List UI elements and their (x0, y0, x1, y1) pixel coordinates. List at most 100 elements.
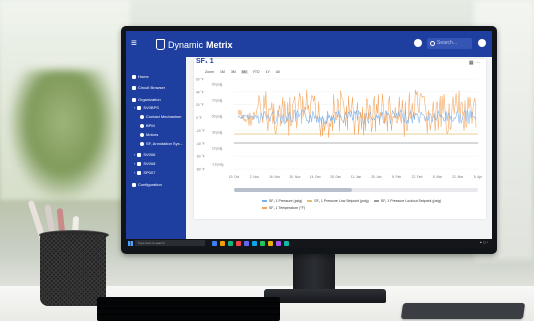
wrench-icon (132, 182, 136, 187)
keyboard (97, 297, 280, 321)
y-tick-label: -80 °F (196, 168, 205, 172)
sidebar-item-bpm[interactable]: BPM (140, 123, 155, 128)
y-tick-label: 10 psig (212, 147, 223, 151)
pencil-cup (27, 200, 109, 306)
app-icon[interactable] (236, 240, 241, 246)
x-tick-label: 22. Mar (452, 175, 464, 179)
chevron-down-icon: › (134, 105, 136, 110)
x-tick-label: 25. Jan (371, 175, 382, 179)
app-icon[interactable] (252, 240, 257, 246)
sidebar-group-4[interactable]: › SP007 (134, 170, 155, 175)
sidebar-item-label: Configuration (138, 182, 162, 187)
sidebar-item-configuration[interactable]: Configuration (132, 182, 162, 187)
sidebar-item-label: SV008 (143, 161, 156, 166)
tablet (400, 303, 526, 319)
y-tick-label: 0 °F (196, 116, 202, 120)
system-tray[interactable]: ▲ ◻ ♪ (479, 240, 488, 244)
user-avatar-icon[interactable] (478, 39, 486, 47)
chart-legend: SF₁ 1 Pressure (psig) SF₁ 1 Pressure Low… (262, 199, 492, 213)
range-button-1y[interactable]: 1Y (265, 70, 271, 74)
windows-start-icon[interactable] (128, 240, 133, 246)
sidebar-item-sf-annotation[interactable]: SF, Annotation Sys... (140, 141, 183, 146)
background-plant (8, 70, 118, 200)
app-icon[interactable] (284, 240, 289, 246)
chevron-right-icon: › (134, 161, 136, 166)
y-tick-label: 90 psig (212, 83, 223, 87)
table-icon[interactable]: ▦ (469, 60, 474, 66)
asset-icon (140, 141, 144, 146)
range-button-3m[interactable]: 3M (230, 70, 237, 74)
org-tree-icon (132, 97, 136, 102)
sidebar-item-motors[interactable]: Motors (140, 132, 158, 137)
main-content: SF₁ 1 ▦ ⋯ Zoom 1M 3M 6M YTD 1Y All 60 °F 40 °F… (186, 57, 492, 239)
app-icon[interactable] (276, 240, 281, 246)
legend-label: SF₁ 1 Temperature (°F) (269, 206, 305, 210)
building-icon (137, 105, 142, 110)
monitor-stand-base (264, 289, 386, 303)
x-tick-label: 5. Apr (474, 175, 483, 179)
sidebar-item-circuit-browser[interactable]: Circuit Browser (132, 85, 165, 90)
range-button-6m[interactable]: 6M (240, 70, 248, 74)
sidebar-item-label: SV006 (143, 152, 156, 157)
y-tick-label: 70 psig (212, 99, 223, 103)
panel-tools: ▦ ⋯ (469, 60, 480, 66)
chevron-right-icon: › (134, 170, 136, 175)
sidebar-item-label: SV0BPS (143, 105, 159, 110)
range-button-all[interactable]: All (275, 70, 281, 74)
sidebar-item-label: Motors (146, 132, 159, 137)
y-tick-label: -10 psig (212, 163, 224, 167)
screen: ≡ Dynamic Metrix Search... Home Circuit B… (126, 31, 492, 247)
range-button-1m[interactable]: 1M (219, 70, 226, 74)
legend-item-low-setpoint[interactable]: SF₁ 1 Pressure Low Setpoint (psig) (307, 199, 369, 203)
legend-item-pressure[interactable]: SF₁ 1 Pressure (psig) (262, 199, 302, 203)
app-icon[interactable] (260, 240, 265, 246)
x-tick-label: 2. Nov (250, 175, 260, 179)
sidebar-group-2[interactable]: › SV006 (134, 152, 155, 157)
building-icon (137, 152, 142, 157)
x-tick-label: 19. Oct (229, 175, 239, 179)
brand-suffix: Metrix (206, 39, 233, 50)
app-icon[interactable] (244, 240, 249, 246)
asset-icon (140, 132, 144, 137)
range-button-ytd[interactable]: YTD (252, 70, 261, 74)
cup-body (40, 234, 106, 306)
legend-item-lockout-setpoint[interactable]: SF₁ 1 Pressure Lockout Setpoint (psig) (373, 199, 442, 203)
sidebar-item-label: SF, Annotation Sys... (146, 141, 183, 146)
sidebar-group-1[interactable]: › SV0BPS (134, 105, 159, 110)
sidebar-item-home[interactable]: Home (132, 74, 149, 79)
sidebar-item-label: SP007 (143, 170, 156, 175)
sidebar-item-label: Circuit Browser (138, 85, 166, 90)
chart-scrollbar-thumb[interactable] (234, 188, 352, 192)
app-logo[interactable]: Dynamic Metrix (156, 39, 233, 50)
app-icon[interactable] (212, 240, 217, 246)
x-tick-label: 22. Feb (412, 175, 423, 179)
camera-icon[interactable] (414, 39, 422, 47)
legend-label: SF₁ 1 Pressure Lockout Setpoint (psig) (380, 199, 442, 203)
search-input[interactable]: Search... (427, 38, 472, 49)
home-icon (132, 74, 136, 79)
x-tick-label: 8. Mar (433, 175, 443, 179)
y-tick-label: 30 psig (212, 131, 223, 135)
menu-icon[interactable]: ≡ (131, 38, 137, 50)
taskbar-search[interactable]: Type here to search (135, 240, 205, 246)
monitor: ≡ Dynamic Metrix Search... Home Circuit B… (121, 26, 497, 254)
monitor-stand-neck (293, 254, 335, 292)
panel-title: SF₁ 1 (196, 58, 214, 65)
legend-swatch (262, 200, 267, 202)
app-icon[interactable] (228, 240, 233, 246)
more-icon[interactable]: ⋯ (475, 60, 480, 66)
asset-icon (140, 114, 144, 119)
app-icon[interactable] (268, 240, 273, 246)
legend-label: SF₁ 1 Pressure Low Setpoint (psig) (314, 199, 369, 203)
y-tick-label: 50 psig (212, 115, 223, 119)
sidebar-item-contact-mechanism[interactable]: Contact Mechanism (140, 114, 181, 119)
legend-item-temperature[interactable]: SF₁ 1 Temperature (°F) (262, 206, 305, 210)
y-tick-label: 40 °F (196, 90, 204, 94)
time-series-chart[interactable]: 60 °F 40 °F 20 °F 0 °F -20 °F -40 °F -60 °F -80… (194, 75, 486, 185)
sidebar: Home Circuit Browser Organization › SV0BP… (126, 57, 186, 239)
sidebar-item-organization[interactable]: Organization (132, 97, 161, 102)
app-icon[interactable] (220, 240, 225, 246)
x-tick-label: 14. Dec (310, 175, 321, 179)
app-header: ≡ Dynamic Metrix Search... (126, 31, 492, 57)
sidebar-group-3[interactable]: › SV008 (134, 161, 155, 166)
